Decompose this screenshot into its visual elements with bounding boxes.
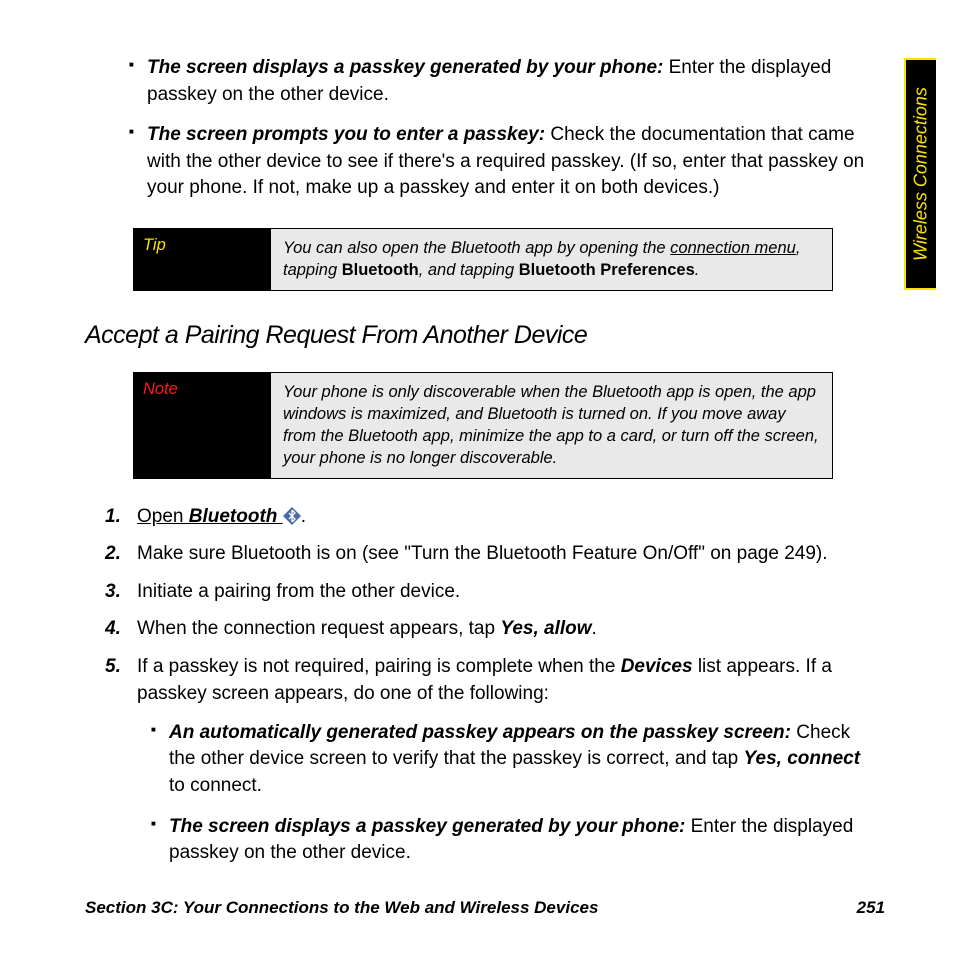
tip-text: You can also open the Bluetooth app by o… bbox=[283, 239, 670, 257]
tip-text: . bbox=[695, 261, 700, 279]
step-text: . bbox=[592, 618, 597, 639]
bullet-text: to connect. bbox=[169, 775, 262, 796]
step-text: If a passkey is not required, pairing is… bbox=[137, 656, 621, 677]
list-item: The screen prompts you to enter a passke… bbox=[147, 122, 865, 202]
side-tab-wireless: Wireless Connections bbox=[904, 58, 936, 290]
bullet-lead: An automatically generated passkey appea… bbox=[169, 722, 791, 743]
note-body: Your phone is only discoverable when the… bbox=[271, 372, 833, 479]
note-callout: Note Your phone is only discoverable whe… bbox=[133, 372, 833, 479]
tip-callout: Tip You can also open the Bluetooth app … bbox=[133, 228, 833, 291]
note-label: Note bbox=[133, 372, 271, 479]
bluetooth-icon bbox=[283, 506, 301, 524]
step-item: Make sure Bluetooth is on (see "Turn the… bbox=[105, 540, 865, 568]
list-item: An automatically generated passkey appea… bbox=[169, 720, 865, 800]
steps-list: Open Bluetooth . Make sure Bluetooth is … bbox=[85, 503, 865, 867]
sub-bullet-list: An automatically generated passkey appea… bbox=[137, 720, 865, 867]
tip-bold: Bluetooth Preferences bbox=[519, 261, 695, 279]
page-content: The screen displays a passkey generated … bbox=[85, 55, 865, 881]
step-text: When the connection request appears, tap bbox=[137, 618, 500, 639]
top-bullet-list: The screen displays a passkey generated … bbox=[85, 55, 865, 202]
step-text: . bbox=[301, 506, 306, 527]
bullet-action: Yes, connect bbox=[744, 748, 861, 769]
list-item: The screen displays a passkey generated … bbox=[169, 814, 865, 867]
step-item: When the connection request appears, tap… bbox=[105, 615, 865, 643]
step-item: If a passkey is not required, pairing is… bbox=[105, 653, 865, 867]
step-app-name: Bluetooth bbox=[183, 506, 282, 527]
footer-section: Section 3C: Your Connections to the Web … bbox=[85, 898, 598, 918]
step-text: Open bbox=[137, 506, 183, 527]
section-heading: Accept a Pairing Request From Another De… bbox=[85, 321, 865, 350]
step-open-link: Open Bluetooth bbox=[137, 506, 283, 527]
tip-link: connection menu bbox=[670, 239, 796, 257]
tip-label: Tip bbox=[133, 228, 271, 291]
bullet-lead: The screen prompts you to enter a passke… bbox=[147, 124, 545, 145]
tip-text: , and tapping bbox=[419, 261, 519, 279]
step-item: Open Bluetooth . bbox=[105, 503, 865, 531]
tip-body: You can also open the Bluetooth app by o… bbox=[271, 228, 833, 291]
list-item: The screen displays a passkey generated … bbox=[147, 55, 865, 108]
step-keyword: Devices bbox=[621, 656, 693, 677]
bullet-lead: The screen displays a passkey generated … bbox=[169, 816, 685, 837]
step-item: Initiate a pairing from the other device… bbox=[105, 578, 865, 606]
step-action: Yes, allow bbox=[500, 618, 591, 639]
tip-bold: Bluetooth bbox=[342, 261, 419, 279]
footer-page-number: 251 bbox=[857, 898, 885, 918]
bullet-lead: The screen displays a passkey generated … bbox=[147, 57, 663, 78]
page-footer: Section 3C: Your Connections to the Web … bbox=[85, 898, 885, 918]
